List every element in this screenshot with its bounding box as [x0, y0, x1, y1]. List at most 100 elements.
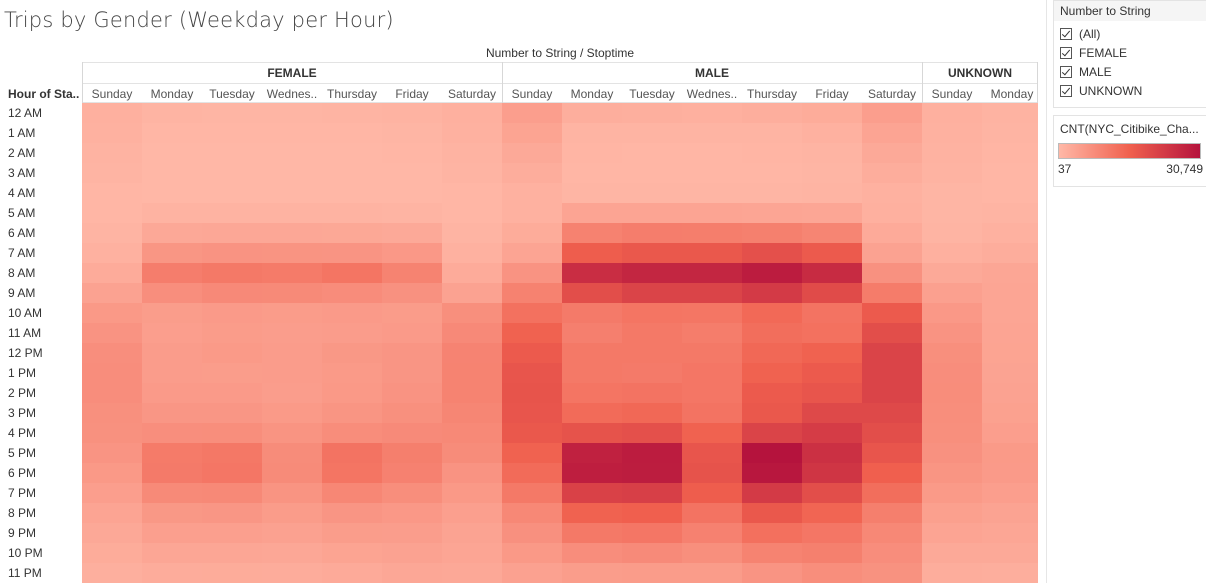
heatmap-cell[interactable] [682, 183, 742, 203]
heatmap-cell[interactable] [82, 183, 142, 203]
heatmap-cell[interactable] [202, 283, 262, 303]
heatmap-cell[interactable] [562, 443, 622, 463]
heatmap-cell[interactable] [622, 543, 682, 563]
heatmap-cell[interactable] [502, 343, 562, 363]
checkbox-checked-icon[interactable] [1060, 84, 1072, 97]
heatmap-cell[interactable] [502, 323, 562, 343]
day-label[interactable]: Wednes.. [682, 87, 742, 101]
group-label-unknown[interactable]: UNKNOWN [922, 66, 1038, 80]
heatmap-cell[interactable] [682, 563, 742, 583]
hour-label[interactable]: 7 AM [8, 243, 35, 263]
heatmap-cell[interactable] [922, 103, 982, 123]
heatmap-cell[interactable] [622, 183, 682, 203]
heatmap-cell[interactable] [982, 503, 1038, 523]
heatmap-cell[interactable] [202, 123, 262, 143]
heatmap-cell[interactable] [922, 283, 982, 303]
heatmap-cell[interactable] [922, 503, 982, 523]
heatmap-cell[interactable] [502, 243, 562, 263]
day-label[interactable]: Friday [382, 87, 442, 101]
heatmap-cell[interactable] [862, 283, 922, 303]
heatmap-cell[interactable] [562, 563, 622, 583]
heatmap-cell[interactable] [562, 483, 622, 503]
heatmap-cell[interactable] [802, 523, 862, 543]
heatmap-cell[interactable] [442, 103, 502, 123]
heatmap-cell[interactable] [982, 543, 1038, 563]
heatmap-cell[interactable] [322, 423, 382, 443]
heatmap-cell[interactable] [82, 243, 142, 263]
heatmap-cell[interactable] [862, 383, 922, 403]
hour-label[interactable]: 2 PM [8, 383, 36, 403]
heatmap-cell[interactable] [262, 143, 322, 163]
heatmap-cell[interactable] [562, 503, 622, 523]
heatmap-cell[interactable] [622, 223, 682, 243]
heatmap-cell[interactable] [922, 203, 982, 223]
heatmap-cell[interactable] [382, 143, 442, 163]
heatmap-cell[interactable] [682, 343, 742, 363]
heatmap-cell[interactable] [382, 403, 442, 423]
heatmap-cell[interactable] [562, 103, 622, 123]
heatmap-cell[interactable] [142, 263, 202, 283]
heatmap-cell[interactable] [502, 183, 562, 203]
heatmap-cell[interactable] [442, 443, 502, 463]
hour-label[interactable]: 6 PM [8, 463, 36, 483]
heatmap-cell[interactable] [682, 123, 742, 143]
heatmap-cell[interactable] [442, 303, 502, 323]
heatmap-cell[interactable] [502, 483, 562, 503]
heatmap-cell[interactable] [742, 503, 802, 523]
heatmap-cell[interactable] [202, 303, 262, 323]
heatmap-cell[interactable] [382, 463, 442, 483]
heatmap-cell[interactable] [202, 543, 262, 563]
heatmap-cell[interactable] [682, 383, 742, 403]
day-label[interactable]: Thursday [742, 87, 802, 101]
day-label[interactable]: Saturday [442, 87, 502, 101]
heatmap-cell[interactable] [202, 323, 262, 343]
heatmap-cell[interactable] [922, 403, 982, 423]
heatmap-cell[interactable] [502, 363, 562, 383]
heatmap-cell[interactable] [262, 503, 322, 523]
heatmap-cell[interactable] [82, 403, 142, 423]
heatmap-cell[interactable] [742, 563, 802, 583]
heatmap-cell[interactable] [562, 283, 622, 303]
heatmap-cell[interactable] [82, 543, 142, 563]
heatmap-cell[interactable] [562, 523, 622, 543]
heatmap-cell[interactable] [922, 483, 982, 503]
heatmap-cell[interactable] [202, 463, 262, 483]
heatmap-cell[interactable] [142, 363, 202, 383]
heatmap-cell[interactable] [562, 343, 622, 363]
heatmap-cell[interactable] [382, 563, 442, 583]
heatmap-cell[interactable] [82, 303, 142, 323]
heatmap-cell[interactable] [202, 563, 262, 583]
heatmap-cell[interactable] [922, 223, 982, 243]
hour-label[interactable]: 7 PM [8, 483, 36, 503]
heatmap-cell[interactable] [202, 483, 262, 503]
heatmap-cell[interactable] [802, 263, 862, 283]
heatmap-cell[interactable] [742, 263, 802, 283]
heatmap-cell[interactable] [82, 103, 142, 123]
day-label[interactable]: Tuesday [622, 87, 682, 101]
heatmap-cell[interactable] [382, 383, 442, 403]
heatmap-cell[interactable] [742, 223, 802, 243]
heatmap-cell[interactable] [802, 163, 862, 183]
heatmap-cell[interactable] [262, 523, 322, 543]
heatmap-cell[interactable] [682, 543, 742, 563]
heatmap-cell[interactable] [82, 323, 142, 343]
heatmap-cell[interactable] [202, 223, 262, 243]
heatmap-cell[interactable] [742, 543, 802, 563]
day-label[interactable]: Sunday [922, 87, 982, 101]
heatmap-cell[interactable] [562, 183, 622, 203]
heatmap-cell[interactable] [982, 263, 1038, 283]
heatmap-cell[interactable] [142, 163, 202, 183]
filter-item-all[interactable]: (All) [1054, 24, 1206, 43]
heatmap-cell[interactable] [622, 203, 682, 223]
heatmap-cell[interactable] [382, 163, 442, 183]
hour-label[interactable]: 10 PM [8, 543, 43, 563]
heatmap-cell[interactable] [622, 443, 682, 463]
heatmap-cell[interactable] [262, 543, 322, 563]
heatmap-cell[interactable] [322, 303, 382, 323]
heatmap-cell[interactable] [682, 363, 742, 383]
heatmap-cell[interactable] [982, 183, 1038, 203]
heatmap-cell[interactable] [802, 403, 862, 423]
heatmap-cell[interactable] [862, 443, 922, 463]
heatmap-cell[interactable] [382, 483, 442, 503]
hour-label[interactable]: 9 AM [8, 283, 35, 303]
